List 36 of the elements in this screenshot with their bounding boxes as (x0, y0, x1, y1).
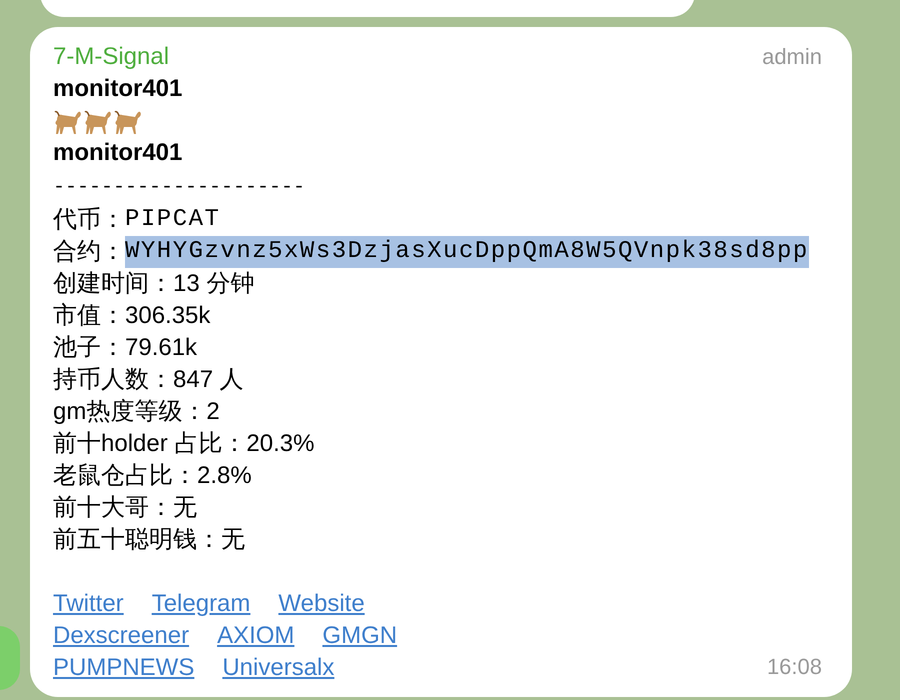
link[interactable]: Universalx (222, 652, 334, 684)
field-value: 13 分钟 (173, 269, 254, 299)
link[interactable]: GMGN (322, 620, 398, 652)
field-label: 持币人数： (53, 365, 173, 395)
field-value: 20.3% (246, 429, 314, 459)
field-label: 代币： (53, 205, 125, 235)
field-value: 847 人 (173, 365, 244, 395)
field-value: WYHYGzvnz5xWs3DzjasXucDppQmA8W5QVnpk38sd8pp (125, 236, 809, 268)
field-label: 池子： (53, 333, 125, 363)
link[interactable]: Dexscreener (53, 620, 190, 652)
field-label: 市值： (53, 301, 125, 331)
username: monitor401 (53, 139, 182, 166)
field-label: gm热度等级： (53, 397, 206, 427)
link[interactable]: AXIOM (217, 620, 294, 652)
field-value: 79.61k (125, 333, 198, 363)
field-value: 无 (221, 525, 245, 555)
field-label: 老鼠仓占比： (53, 461, 197, 491)
field-label: 合约： (53, 237, 125, 267)
timestamp: 16:08 (766, 653, 822, 681)
sender-name: 7-M-Signal (53, 42, 170, 72)
field-value: 2 (206, 397, 220, 427)
link[interactable]: Telegram (152, 588, 250, 620)
field-label: 创建时间： (53, 269, 173, 299)
field-label: 前十大哥： (53, 493, 173, 523)
role-label: admin (762, 43, 822, 71)
field-label: 前十holder 占比： (53, 429, 246, 459)
field-value: 2.8% (197, 461, 252, 491)
link[interactable]: Twitter (53, 588, 124, 620)
field-value: 无 (173, 493, 197, 523)
link[interactable]: Website (278, 588, 365, 620)
field-value: 306.35k (125, 301, 210, 331)
field-value: PIPCAT (125, 205, 220, 235)
username: monitor401 (53, 75, 182, 102)
dash-line: --------------------- (53, 176, 306, 199)
link[interactable]: PUMPNEWS (53, 652, 194, 684)
field-label: 前五十聪明钱： (53, 525, 221, 555)
